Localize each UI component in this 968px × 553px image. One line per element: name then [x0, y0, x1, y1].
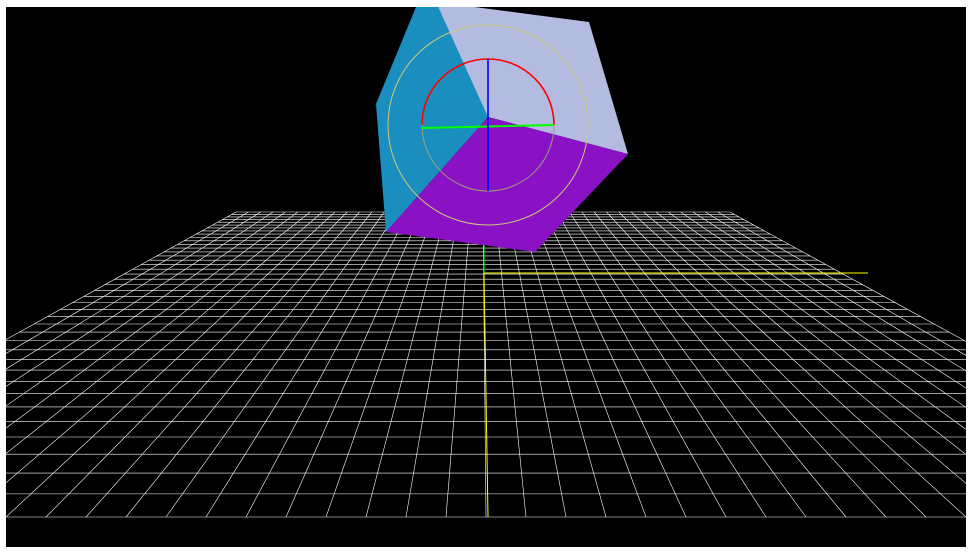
grid-line [655, 211, 966, 455]
grid-line [680, 211, 966, 408]
grid-line [692, 211, 966, 389]
grid-line [245, 211, 410, 518]
grid-line [519, 211, 607, 518]
grid-line [532, 211, 647, 518]
scene-canvas[interactable] [6, 7, 966, 547]
cube-mesh[interactable] [376, 7, 628, 252]
grid-line [495, 211, 527, 518]
grid-line [6, 211, 237, 340]
grid-line [285, 211, 422, 518]
grid-line [6, 211, 274, 387]
grid-line [445, 211, 471, 518]
grid-line [606, 211, 887, 518]
grid-line [668, 211, 966, 430]
grid-line [729, 211, 966, 342]
grid-line [569, 211, 767, 518]
grid-line [85, 211, 360, 518]
grid-line [45, 211, 348, 518]
grid-line [593, 211, 847, 518]
grid-line [365, 211, 447, 518]
grid-line [165, 211, 385, 518]
grid-line [6, 211, 286, 407]
grid-line [205, 211, 397, 518]
grid-line [325, 211, 434, 518]
grid-line [125, 211, 373, 518]
grid-line [556, 211, 727, 518]
grid-line [6, 211, 311, 454]
grid-line [630, 211, 966, 518]
grid-line [6, 211, 298, 429]
grid-line [643, 211, 966, 484]
grid-line [405, 211, 459, 518]
grid-line [705, 211, 966, 372]
grid-line [507, 211, 567, 518]
3d-viewport[interactable] [6, 7, 966, 547]
grid-line [717, 211, 966, 356]
